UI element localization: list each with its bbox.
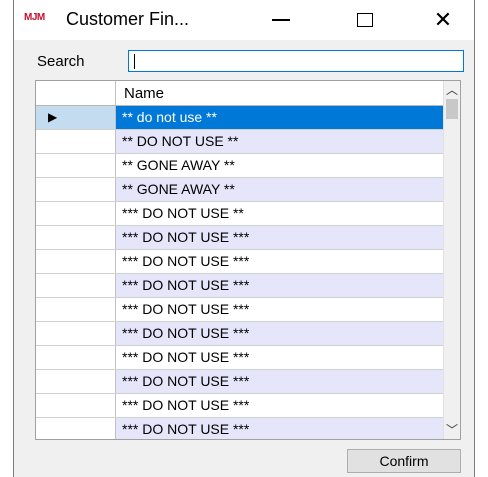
name-cell[interactable]: ** GONE AWAY **	[116, 178, 446, 201]
table-row[interactable]: *** DO NOT USE ***	[36, 250, 446, 274]
row-header-corner	[36, 81, 116, 105]
scroll-down-icon[interactable]: ﹀	[444, 421, 460, 439]
close-button[interactable]: ✕	[428, 6, 458, 34]
table-row[interactable]: *** DO NOT USE ***	[36, 394, 446, 418]
row-header[interactable]	[36, 370, 116, 393]
current-row-arrow-icon: ▶	[48, 110, 58, 124]
table-row[interactable]: ** GONE AWAY **	[36, 178, 446, 202]
row-header[interactable]	[36, 394, 116, 417]
maximize-button[interactable]	[350, 6, 380, 34]
name-cell[interactable]: *** DO NOT USE **	[116, 202, 446, 225]
search-label: Search	[37, 53, 85, 70]
name-cell[interactable]: ** DO NOT USE **	[116, 130, 446, 153]
row-header[interactable]	[36, 250, 116, 273]
table-row[interactable]: ** DO NOT USE **	[36, 130, 446, 154]
row-header[interactable]	[36, 226, 116, 249]
name-cell[interactable]: *** DO NOT USE ***	[116, 370, 446, 393]
title-bar[interactable]: MJM Customer Fin... ✕	[14, 0, 474, 40]
row-header[interactable]	[36, 178, 116, 201]
table-row[interactable]: *** DO NOT USE ***	[36, 346, 446, 370]
row-header[interactable]	[36, 322, 116, 345]
customer-finder-window: MJM Customer Fin... ✕ Search Name ▶ ** do…	[13, 0, 475, 477]
table-row[interactable]: *** DO NOT USE ***	[36, 274, 446, 298]
row-header[interactable]	[36, 418, 116, 439]
name-cell[interactable]: *** DO NOT USE ***	[116, 298, 446, 321]
name-cell[interactable]: *** DO NOT USE ***	[116, 418, 446, 439]
row-header[interactable]	[36, 154, 116, 177]
customer-grid[interactable]: Name ▶ ** do not use ** ** DO NOT USE ** **…	[35, 80, 461, 440]
maximize-icon	[357, 13, 373, 27]
column-header-name[interactable]: Name	[124, 85, 164, 102]
name-cell[interactable]: *** DO NOT USE ***	[116, 250, 446, 273]
name-cell[interactable]: *** DO NOT USE ***	[116, 322, 446, 345]
app-logo-icon: MJM	[24, 12, 45, 23]
table-row[interactable]: ** GONE AWAY **	[36, 154, 446, 178]
scroll-up-icon[interactable]: ︿	[444, 81, 460, 99]
table-row[interactable]: *** DO NOT USE ***	[36, 322, 446, 346]
grid-rows: ▶ ** do not use ** ** DO NOT USE ** ** GONE…	[36, 106, 446, 439]
vertical-scrollbar[interactable]: ︿ ﹀	[443, 81, 460, 439]
table-row[interactable]: *** DO NOT USE ***	[36, 418, 446, 439]
name-cell[interactable]: *** DO NOT USE ***	[116, 394, 446, 417]
name-cell[interactable]: ** GONE AWAY **	[116, 154, 446, 177]
minimize-icon	[272, 19, 290, 21]
row-header[interactable]	[36, 274, 116, 297]
row-header[interactable]	[36, 346, 116, 369]
table-row[interactable]: *** DO NOT USE ***	[36, 226, 446, 250]
name-cell[interactable]: *** DO NOT USE ***	[116, 346, 446, 369]
table-row[interactable]: ▶ ** do not use **	[36, 106, 446, 130]
name-cell[interactable]: *** DO NOT USE ***	[116, 274, 446, 297]
minimize-button[interactable]	[266, 6, 296, 34]
row-header[interactable]	[36, 298, 116, 321]
row-header[interactable]	[36, 202, 116, 225]
table-row[interactable]: *** DO NOT USE **	[36, 202, 446, 226]
grid-header: Name	[36, 81, 446, 106]
confirm-button[interactable]: Confirm	[347, 449, 461, 473]
window-title: Customer Fin...	[66, 9, 190, 29]
row-header[interactable]: ▶	[36, 106, 116, 129]
search-input[interactable]	[128, 50, 464, 72]
row-header[interactable]	[36, 130, 116, 153]
close-icon: ✕	[433, 7, 453, 32]
name-cell[interactable]: ** do not use **	[116, 106, 446, 129]
table-row[interactable]: *** DO NOT USE ***	[36, 298, 446, 322]
table-row[interactable]: *** DO NOT USE ***	[36, 370, 446, 394]
scroll-thumb[interactable]	[446, 99, 458, 119]
name-cell[interactable]: *** DO NOT USE ***	[116, 226, 446, 249]
text-caret	[134, 54, 135, 69]
